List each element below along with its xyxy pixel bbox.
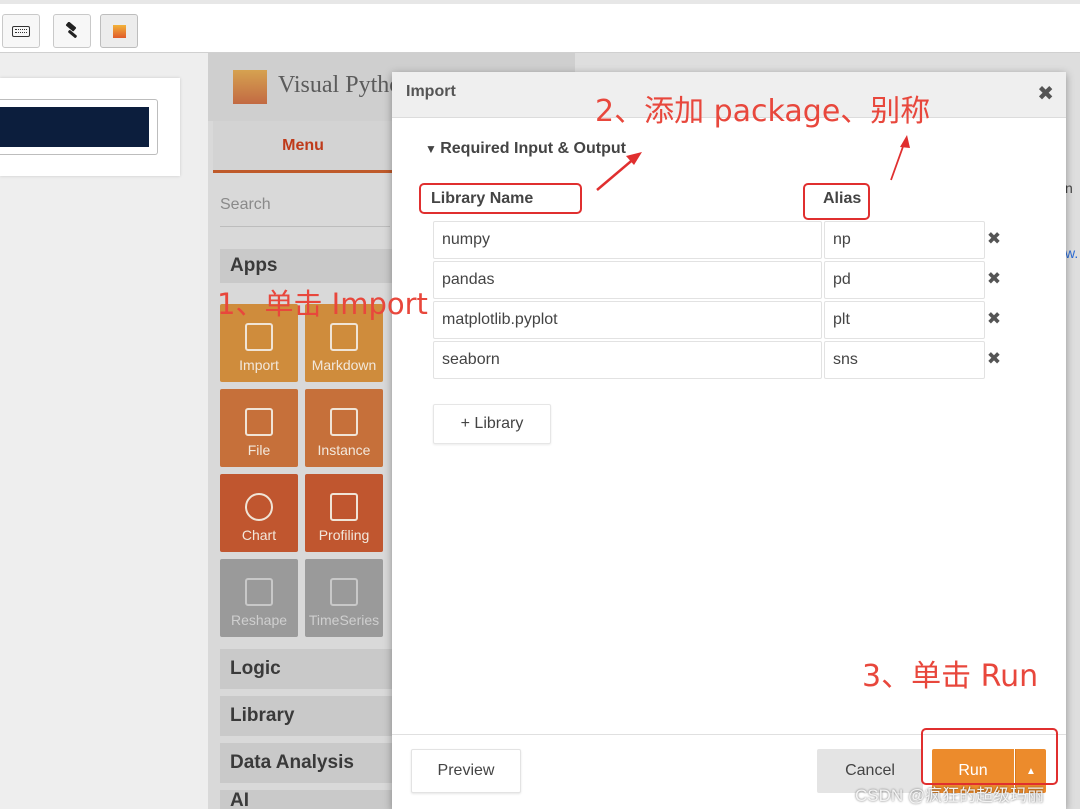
annotation-step2: 2、添加 package、别称 <box>595 94 931 129</box>
library-name-input[interactable]: numpy <box>433 221 822 259</box>
section-required-toggle[interactable]: ▼ Required Input & Output <box>425 140 626 158</box>
tab-menu[interactable]: Menu <box>213 121 393 173</box>
search-input[interactable]: Search <box>220 183 390 227</box>
preview-button[interactable]: Preview <box>411 749 521 793</box>
app-label: Profiling <box>318 527 370 543</box>
section-required-label: Required Input & Output <box>440 140 626 157</box>
highlight-alias <box>803 183 870 220</box>
section-logic[interactable]: Logic <box>220 649 395 689</box>
section-ai[interactable]: AI <box>220 790 395 809</box>
app-label: File <box>247 442 271 458</box>
cell-input[interactable] <box>0 99 158 155</box>
page-link-snippet[interactable]: w. <box>1065 245 1078 261</box>
add-library-button[interactable]: + Library <box>433 404 551 444</box>
close-icon[interactable]: ✖ <box>1037 81 1054 106</box>
library-name-input[interactable]: matplotlib.pyplot <box>433 301 822 339</box>
hammer-icon <box>65 22 77 38</box>
app-label: TimeSeries <box>308 612 380 628</box>
keyboard-icon <box>12 25 30 37</box>
timeseries-icon <box>330 578 358 606</box>
highlight-run <box>921 728 1058 785</box>
import-icon <box>245 323 273 351</box>
delete-row-icon[interactable]: ✖ <box>986 349 1002 369</box>
app-label: Reshape <box>230 612 288 628</box>
delete-row-icon[interactable]: ✖ <box>986 229 1002 249</box>
app-label: Markdown <box>311 357 377 373</box>
dialog-title: Import <box>406 83 456 100</box>
app-label: Import <box>239 357 279 373</box>
app-chart-button[interactable]: Chart <box>220 474 298 552</box>
annotation-step1: 1、单击 Import <box>217 287 428 321</box>
section-data-analysis[interactable]: Data Analysis <box>220 743 395 783</box>
alias-input[interactable]: np <box>824 221 985 259</box>
alias-input[interactable]: pd <box>824 261 985 299</box>
file-icon <box>245 408 273 436</box>
watermark: CSDN @疯狂的超级玛丽 <box>855 786 1045 805</box>
annotation-step3: 3、单击 Run <box>862 659 1039 694</box>
reshape-icon <box>245 578 273 606</box>
app-label: Chart <box>241 527 277 543</box>
triangle-down-icon: ▼ <box>425 142 441 156</box>
delete-row-icon[interactable]: ✖ <box>986 269 1002 289</box>
profiling-icon <box>330 493 358 521</box>
app-label: Instance <box>317 442 371 458</box>
notebook-toolbar <box>0 0 1080 53</box>
alias-input[interactable]: sns <box>824 341 985 379</box>
app-reshape-button[interactable]: Reshape <box>220 559 298 637</box>
visualpython-icon <box>112 24 126 38</box>
app-timeseries-button[interactable]: TimeSeries <box>305 559 383 637</box>
highlight-library-name <box>419 183 582 214</box>
cell-code-area[interactable] <box>0 107 149 147</box>
instance-icon <box>330 408 358 436</box>
keyboard-shortcuts-button[interactable] <box>2 14 40 48</box>
app-profiling-button[interactable]: Profiling <box>305 474 383 552</box>
app-instance-button[interactable]: Instance <box>305 389 383 467</box>
notebook-cell <box>0 78 180 176</box>
visualpython-logo-icon <box>233 70 267 104</box>
delete-row-icon[interactable]: ✖ <box>986 309 1002 329</box>
library-name-input[interactable]: seaborn <box>433 341 822 379</box>
page-text-snippet: n <box>1065 180 1073 196</box>
notebook-area <box>0 53 208 809</box>
alias-input[interactable]: plt <box>824 301 985 339</box>
markdown-icon <box>330 323 358 351</box>
app-file-button[interactable]: File <box>220 389 298 467</box>
hammer-button[interactable] <box>53 14 91 48</box>
section-apps[interactable]: Apps <box>220 249 395 283</box>
chart-icon <box>245 493 273 521</box>
section-library[interactable]: Library <box>220 696 395 736</box>
library-name-input[interactable]: pandas <box>433 261 822 299</box>
visualpython-toggle-button[interactable] <box>100 14 138 48</box>
